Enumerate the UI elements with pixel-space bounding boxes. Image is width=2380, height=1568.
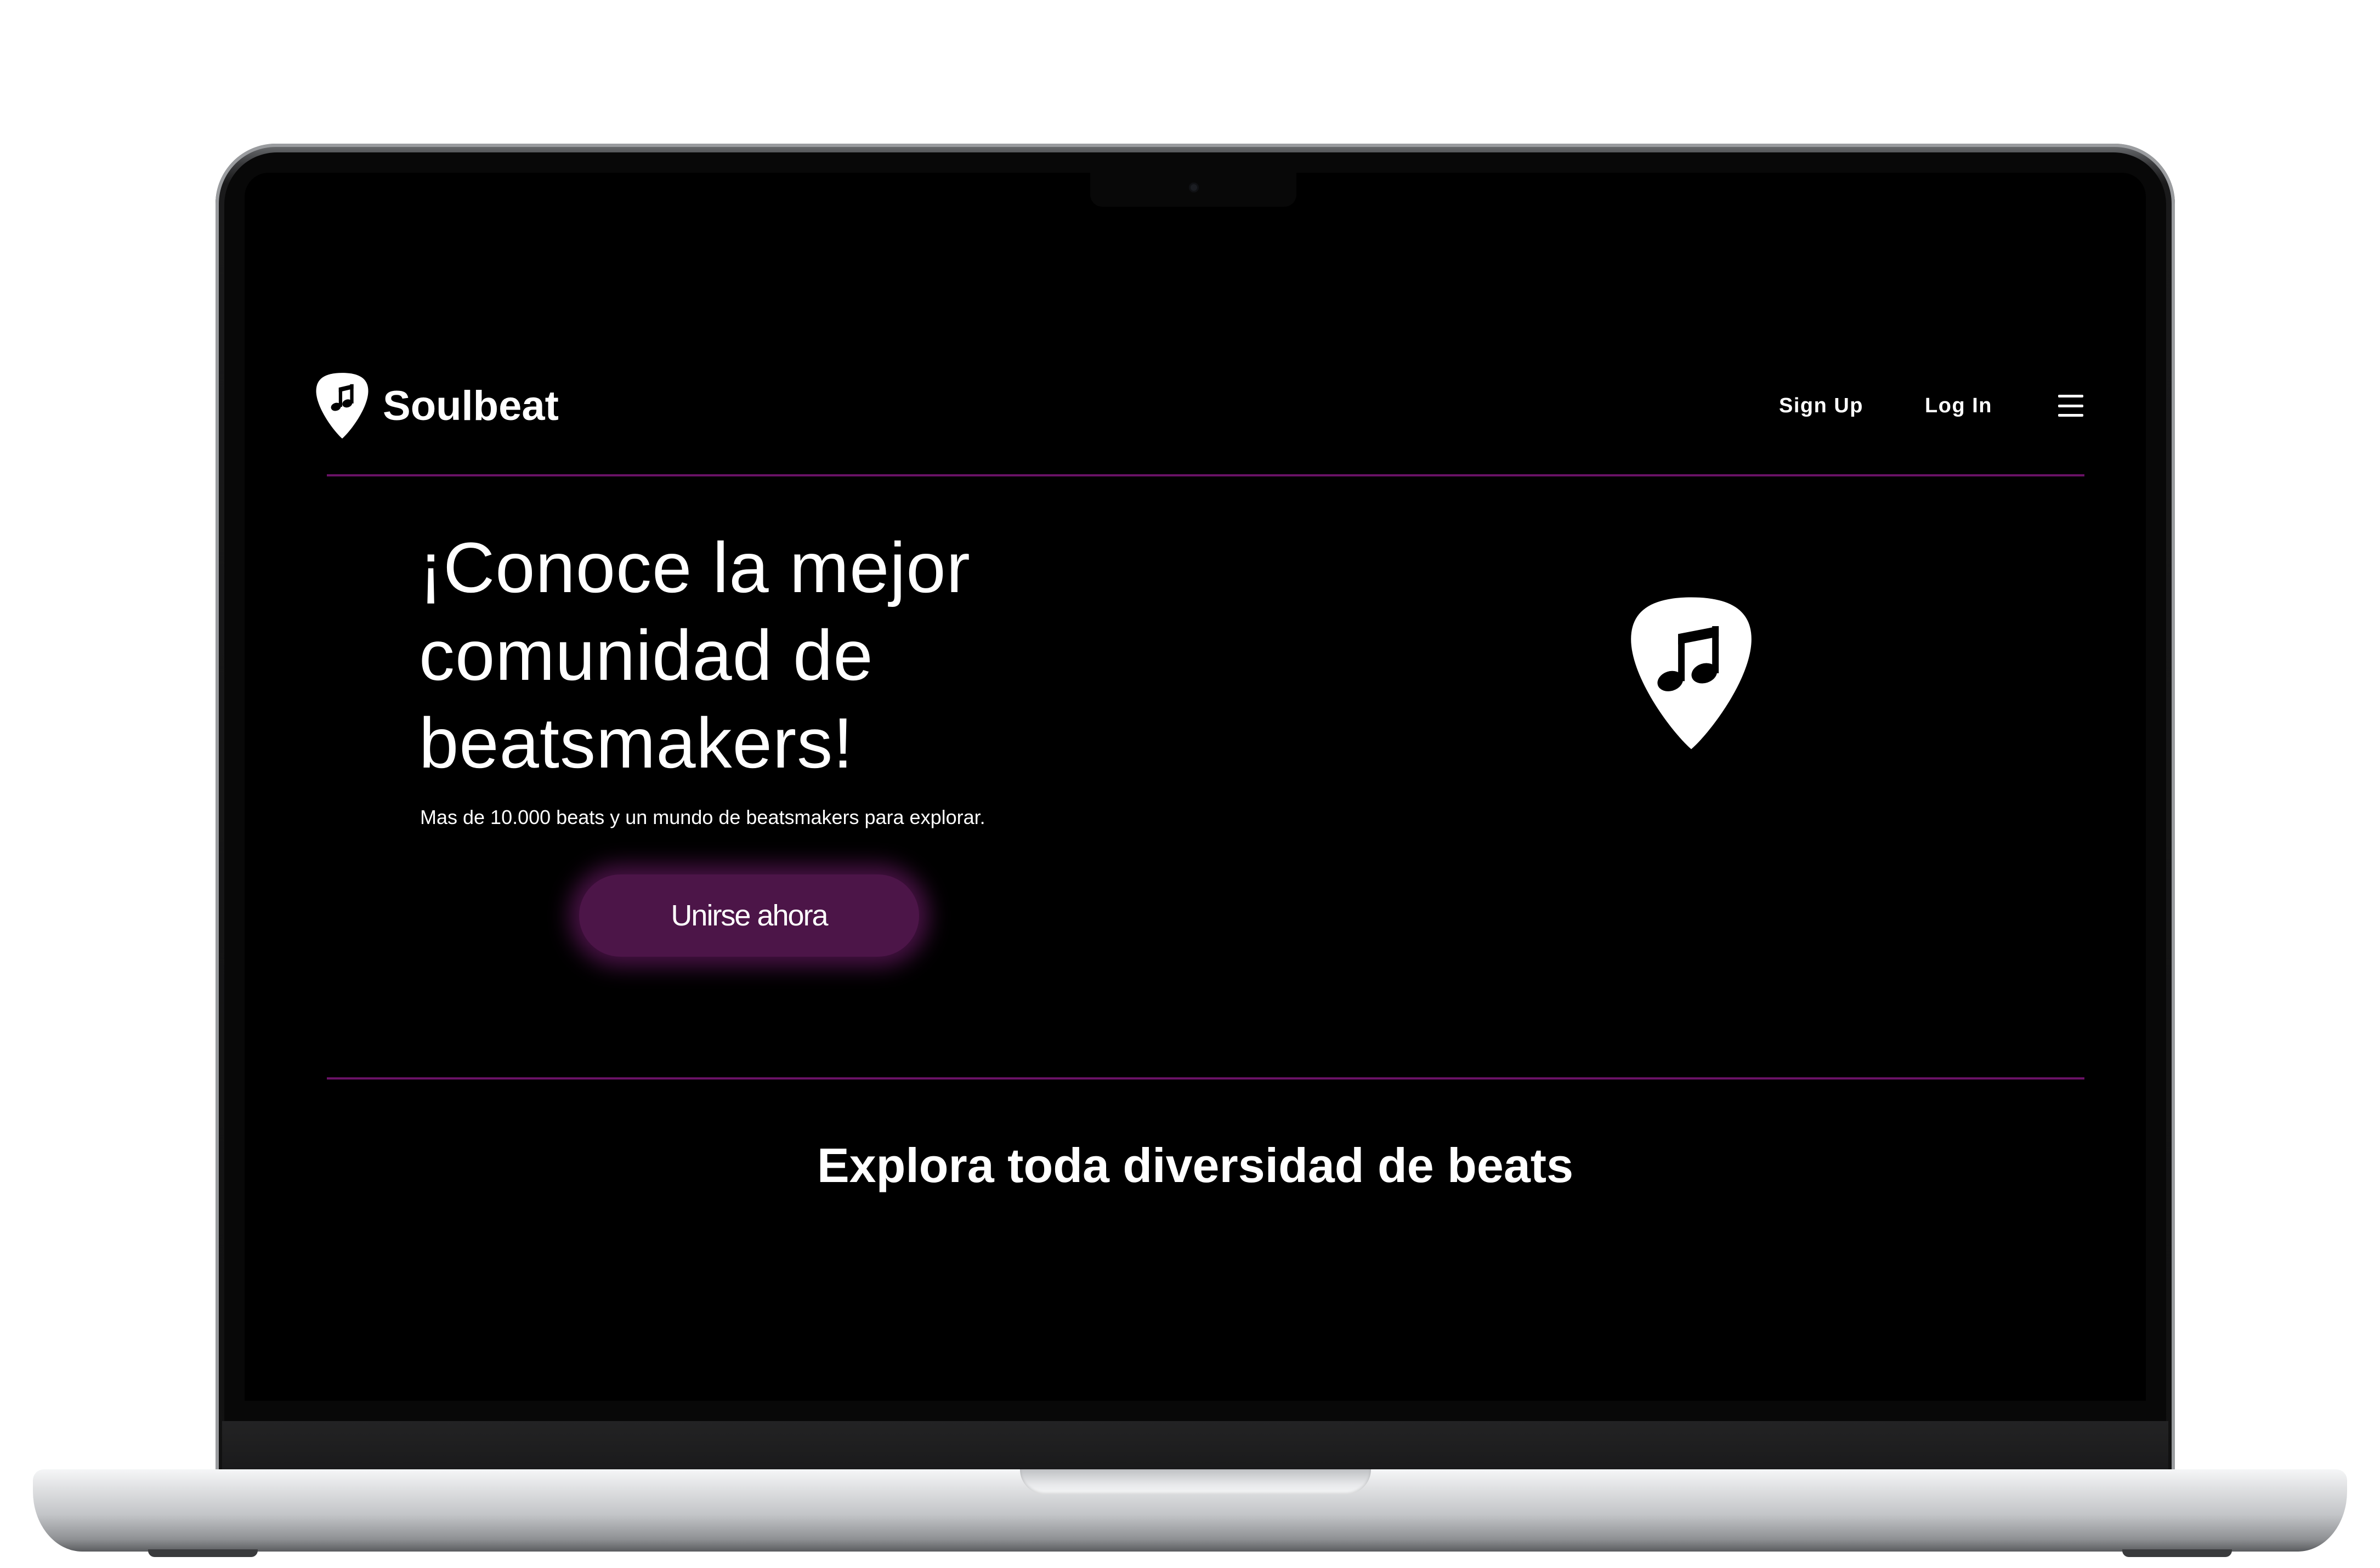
hero-title-line: ¡Conoce la mejor bbox=[419, 527, 971, 607]
hamburger-menu-icon[interactable] bbox=[2058, 395, 2083, 417]
join-now-button[interactable]: Unirse ahora bbox=[579, 874, 919, 957]
hero-title-line: beatsmakers! bbox=[419, 703, 854, 783]
hamburger-line bbox=[2058, 404, 2083, 407]
log-in-link[interactable]: Log In bbox=[1925, 394, 1992, 418]
hamburger-line bbox=[2058, 395, 2083, 397]
camera-notch bbox=[1090, 173, 1296, 207]
site-logo[interactable]: Soulbeat bbox=[314, 370, 559, 441]
top-nav: Sign Up Log In bbox=[1718, 370, 2083, 441]
guitar-pick-music-note-icon bbox=[1631, 597, 1752, 749]
hero-title-line: comunidad de bbox=[419, 615, 874, 695]
sign-up-link[interactable]: Sign Up bbox=[1779, 394, 1863, 418]
section-divider bbox=[327, 1077, 2084, 1080]
hamburger-line bbox=[2058, 414, 2083, 417]
laptop-foot bbox=[148, 1549, 258, 1557]
screen-hinge-strip bbox=[222, 1421, 2168, 1470]
section-title: Explora toda diversidad de beats bbox=[817, 1138, 1574, 1192]
guitar-pick-logo-icon bbox=[316, 373, 369, 439]
laptop-opening-notch bbox=[1020, 1469, 1371, 1495]
site-header: Soulbeat Sign Up Log In bbox=[245, 370, 2146, 469]
browser-viewport: Soulbeat Sign Up Log In ¡Conoce la mejor… bbox=[245, 173, 2146, 1401]
header-divider bbox=[327, 474, 2084, 476]
camera-icon bbox=[1189, 183, 1199, 192]
hero-subtitle: Mas de 10.000 beats y un mundo de beatsm… bbox=[420, 806, 985, 828]
hero-title: ¡Conoce la mejor comunidad de beatsmaker… bbox=[419, 524, 1242, 787]
brand-name: Soulbeat bbox=[383, 382, 559, 429]
laptop-foot bbox=[2122, 1549, 2232, 1557]
